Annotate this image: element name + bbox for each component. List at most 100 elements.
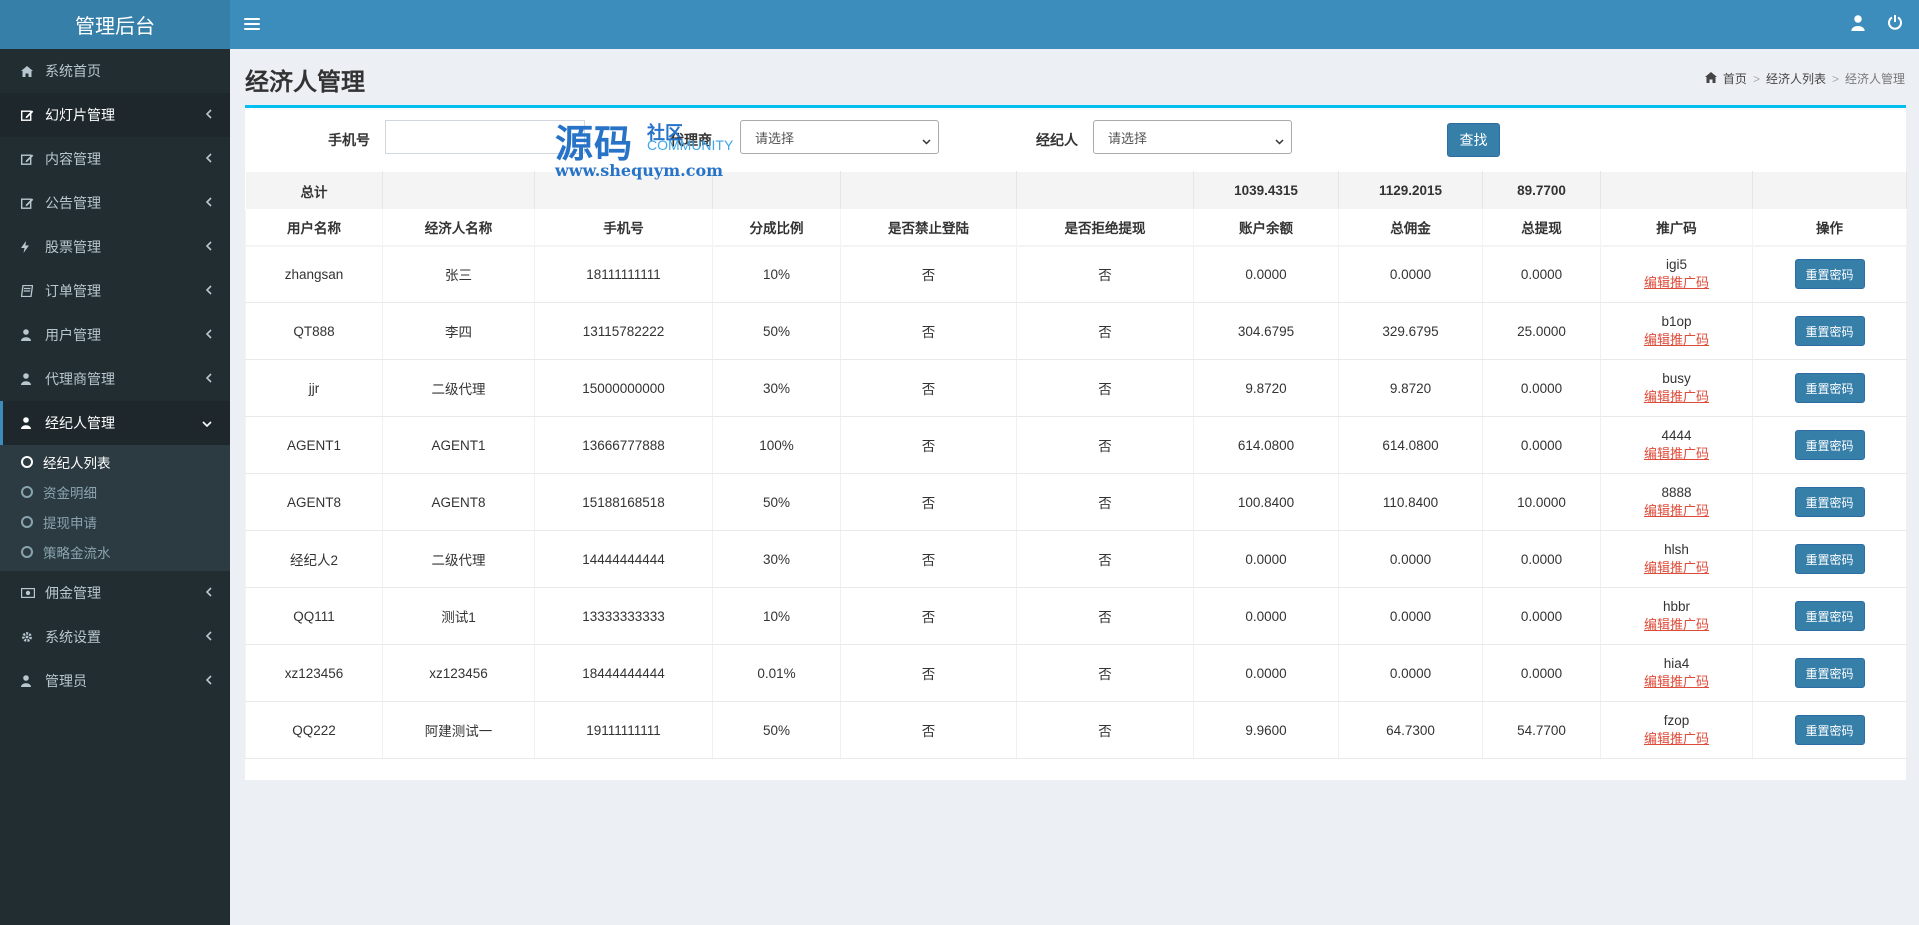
reset-password-button[interactable]: 重置密码 — [1794, 316, 1865, 346]
cell-phone: 18444444444 — [534, 644, 713, 702]
agent-select[interactable]: 请选择 — [740, 120, 939, 154]
chevron-down-icon — [1275, 133, 1284, 145]
money-icon — [21, 588, 41, 598]
table-row: QT888 李四 13115782222 50% 否 否 304.6795 32… — [245, 302, 1907, 360]
cell-withdraw: 0.0000 — [1482, 416, 1601, 474]
power-icon[interactable] — [1887, 14, 1907, 34]
edit-icon — [21, 109, 41, 121]
edit-promo-link[interactable]: 编辑推广码 — [1601, 502, 1752, 520]
sidebar-item-notice[interactable]: 公告管理 — [0, 181, 230, 225]
reset-password-button[interactable]: 重置密码 — [1794, 658, 1865, 688]
cell-phone: 14444444444 — [534, 530, 713, 588]
cell-broker-name: 李四 — [382, 302, 535, 360]
broker-table: 总计 1039.4315 1129.2015 89.7700 用户名称 经济人名… — [245, 171, 1907, 759]
cell-ban-login: 否 — [840, 416, 1017, 474]
agent-select-value: 请选择 — [755, 130, 795, 146]
sidebar-item-admins[interactable]: 管理员 — [0, 659, 230, 703]
promo-code: hbbr — [1662, 599, 1691, 614]
submenu-item-withdraw-requests[interactable]: 提现申请 — [0, 507, 230, 537]
edit-promo-link[interactable]: 编辑推广码 — [1601, 730, 1752, 748]
edit-promo-link[interactable]: 编辑推广码 — [1601, 445, 1752, 463]
cell-ban-login: 否 — [840, 473, 1017, 531]
column-header: 账户余额 — [1193, 209, 1339, 247]
cell-ratio: 50% — [712, 701, 841, 759]
promo-code: 4444 — [1661, 428, 1692, 443]
edit-promo-link[interactable]: 编辑推广码 — [1601, 673, 1752, 691]
submenu-item-strategy-flow[interactable]: 策略金流水 — [0, 537, 230, 567]
breadcrumb-broker-list[interactable]: 经济人列表 — [1766, 70, 1826, 87]
promo-code: fzop — [1663, 713, 1690, 728]
chevron-left-icon — [205, 586, 212, 600]
total-withdraw: 89.7700 — [1482, 171, 1601, 210]
cell-deny-withdraw: 否 — [1016, 359, 1194, 417]
sidebar-item-slides[interactable]: 幻灯片管理 — [0, 93, 230, 137]
table-row: zhangsan 张三 18111111111 10% 否 否 0.0000 0… — [245, 245, 1907, 303]
cell-ratio: 30% — [712, 530, 841, 588]
broker-select[interactable]: 请选择 — [1093, 120, 1292, 154]
chevron-left-icon — [205, 196, 212, 210]
sidebar-item-order[interactable]: 订单管理 — [0, 269, 230, 313]
cell-withdraw: 0.0000 — [1482, 587, 1601, 645]
reset-password-button[interactable]: 重置密码 — [1794, 259, 1865, 290]
broker-select-value: 请选择 — [1108, 130, 1148, 146]
cell-ratio: 0.01% — [712, 644, 841, 702]
submenu-item-broker-list[interactable]: 经纪人列表 — [0, 447, 230, 477]
promo-code: hia4 — [1663, 656, 1690, 671]
sidebar-item-agents[interactable]: 代理商管理 — [0, 357, 230, 401]
brand-title[interactable]: 管理后台 — [0, 0, 230, 49]
edit-promo-link[interactable]: 编辑推广码 — [1601, 274, 1752, 292]
cell-username: jjr — [245, 359, 383, 417]
cell-ratio: 30% — [712, 359, 841, 417]
cell-actions: 重置密码 — [1752, 245, 1907, 303]
cell-broker-name: 张三 — [382, 245, 535, 303]
filter-form: 手机号 代理商 请选择 经纪人 请选择 查找 源码 社区 COMMUNITY w… — [245, 108, 1906, 180]
breadcrumb-separator: > — [1831, 71, 1839, 86]
user-icon[interactable] — [1851, 15, 1869, 33]
reset-password-button[interactable]: 重置密码 — [1794, 544, 1865, 574]
sidebar-item-content[interactable]: 内容管理 — [0, 137, 230, 181]
phone-input[interactable] — [385, 120, 585, 154]
sidebar-item-stock[interactable]: 股票管理 — [0, 225, 230, 269]
cell-ratio: 100% — [712, 416, 841, 474]
breadcrumb-current: 经济人管理 — [1844, 72, 1905, 86]
submenu-item-fund-details[interactable]: 资金明细 — [0, 477, 230, 507]
sidebar-item-settings[interactable]: 系统设置 — [0, 615, 230, 659]
cell-phone: 19111111111 — [534, 701, 713, 759]
cell-actions: 重置密码 — [1752, 416, 1907, 474]
chevron-left-icon — [205, 328, 212, 342]
breadcrumb-home[interactable]: 首页 — [1723, 70, 1747, 87]
edit-icon — [21, 153, 41, 165]
edit-promo-link[interactable]: 编辑推广码 — [1601, 559, 1752, 577]
promo-code: hlsh — [1664, 542, 1689, 557]
column-header: 操作 — [1752, 209, 1907, 247]
submenu-item-label: 经纪人列表 — [43, 456, 111, 471]
edit-promo-link[interactable]: 编辑推广码 — [1601, 616, 1752, 634]
edit-promo-link[interactable]: 编辑推广码 — [1601, 388, 1752, 406]
submenu-item-label: 策略金流水 — [43, 546, 111, 561]
reset-password-button[interactable]: 重置密码 — [1794, 487, 1865, 517]
broker-list-box: 手机号 代理商 请选择 经纪人 请选择 查找 源码 社区 COMMUNITY w… — [245, 105, 1907, 780]
total-row: 总计 1039.4315 1129.2015 89.7700 — [245, 171, 1907, 210]
cell-actions: 重置密码 — [1752, 587, 1907, 645]
cell-commission: 0.0000 — [1338, 245, 1483, 303]
sidebar-item-label: 股票管理 — [45, 239, 101, 255]
user-icon — [21, 417, 41, 429]
agent-label: 代理商 — [670, 132, 712, 148]
column-header: 经济人名称 — [382, 209, 535, 247]
search-button[interactable]: 查找 — [1447, 123, 1500, 157]
sidebar-item-users[interactable]: 用户管理 — [0, 313, 230, 357]
reset-password-button[interactable]: 重置密码 — [1794, 601, 1865, 631]
circle-icon — [21, 546, 33, 558]
reset-password-button[interactable]: 重置密码 — [1794, 373, 1865, 403]
sidebar-item-home[interactable]: 系统首页 — [0, 49, 230, 93]
sidebar-item-commission[interactable]: 佣金管理 — [0, 571, 230, 615]
cell-ban-login: 否 — [840, 245, 1017, 303]
cell-withdraw: 10.0000 — [1482, 473, 1601, 531]
edit-promo-link[interactable]: 编辑推广码 — [1601, 331, 1752, 349]
cell-username: 经纪人2 — [245, 530, 383, 588]
menu-toggle-icon[interactable] — [244, 13, 260, 35]
reset-password-button[interactable]: 重置密码 — [1794, 715, 1865, 745]
sidebar-item-brokers[interactable]: 经纪人管理 — [0, 401, 230, 445]
reset-password-button[interactable]: 重置密码 — [1794, 430, 1865, 460]
column-header: 总佣金 — [1338, 209, 1483, 247]
